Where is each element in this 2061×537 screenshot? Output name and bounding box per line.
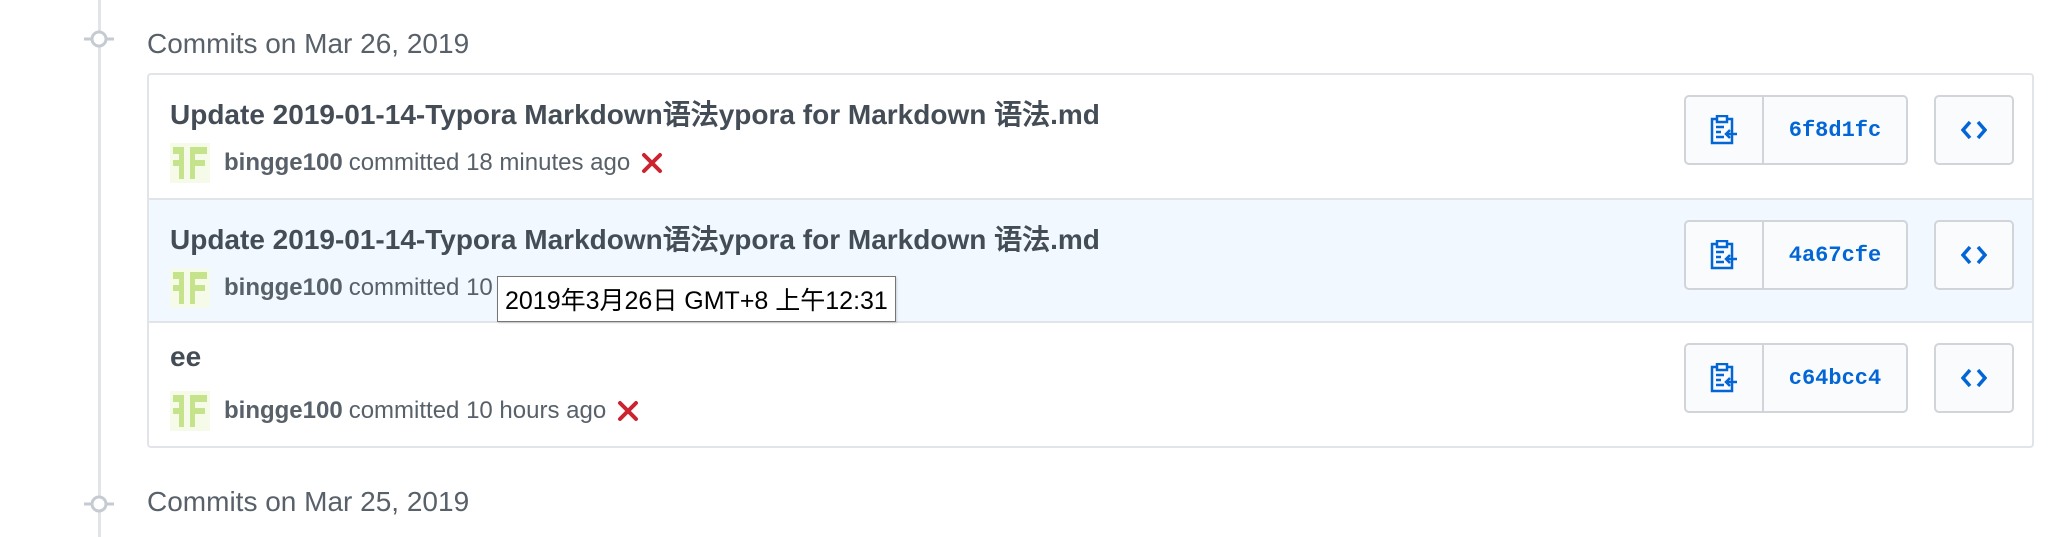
avatar[interactable] bbox=[170, 268, 210, 308]
commit-meta: bingge100 committed 10 bbox=[170, 268, 493, 308]
avatar[interactable] bbox=[170, 391, 210, 431]
commit-message-link[interactable]: Update 2019-01-14-Typora Markdown语法ypora… bbox=[170, 93, 1100, 133]
commit-sha-link[interactable]: c64bcc4 bbox=[1764, 345, 1906, 411]
commit-meta: bingge100 committed 10 hours ago bbox=[170, 391, 640, 431]
browse-repo-button[interactable] bbox=[1934, 220, 2014, 290]
commit-time: committed 10 hours ago bbox=[348, 397, 607, 424]
commit-row: ee bingge100 committed 10 hours ago c64b… bbox=[149, 321, 2032, 444]
x-failure-icon[interactable] bbox=[616, 399, 640, 423]
git-commit-icon bbox=[84, 24, 114, 54]
browse-repo-button[interactable] bbox=[1934, 343, 2014, 413]
copy-sha-button[interactable] bbox=[1686, 222, 1764, 288]
commit-row: Update 2019-01-14-Typora Markdown语法ypora… bbox=[149, 75, 2032, 198]
commit-message-link[interactable]: ee bbox=[170, 341, 201, 373]
sha-button-group: 6f8d1fc bbox=[1684, 95, 1908, 165]
x-failure-icon[interactable] bbox=[640, 151, 664, 175]
copy-sha-button[interactable] bbox=[1686, 97, 1764, 163]
code-brackets-icon bbox=[1961, 368, 1987, 388]
clipboard-copy-icon bbox=[1710, 240, 1737, 270]
commit-author-link[interactable]: bingge100 bbox=[224, 149, 343, 177]
timeline-line bbox=[98, 0, 101, 537]
commit-list: Update 2019-01-14-Typora Markdown语法ypora… bbox=[147, 73, 2034, 448]
commit-time: committed 18 minutes ago bbox=[348, 149, 631, 176]
clipboard-copy-icon bbox=[1710, 115, 1737, 145]
sha-button-group: c64bcc4 bbox=[1684, 343, 1908, 413]
browse-repo-button[interactable] bbox=[1934, 95, 2014, 165]
timestamp-tooltip: 2019年3月26日 GMT+8 上午12:31 bbox=[497, 276, 896, 322]
git-commit-icon bbox=[84, 489, 114, 519]
commit-group-title: Commits on Mar 25, 2019 bbox=[147, 486, 470, 517]
commit-time: committed 10 bbox=[348, 274, 493, 301]
commit-row: Update 2019-01-14-Typora Markdown语法ypora… bbox=[149, 198, 2032, 321]
copy-sha-button[interactable] bbox=[1686, 345, 1764, 411]
avatar[interactable] bbox=[170, 143, 210, 183]
sha-button-group: 4a67cfe bbox=[1684, 220, 1908, 290]
commit-group-title: Commits on Mar 26, 2019 bbox=[147, 28, 470, 59]
code-brackets-icon bbox=[1961, 120, 1987, 140]
commit-meta: bingge100 committed 18 minutes ago bbox=[170, 143, 664, 183]
clipboard-copy-icon bbox=[1710, 363, 1737, 393]
commit-author-link[interactable]: bingge100 bbox=[224, 274, 343, 302]
commit-sha-link[interactable]: 6f8d1fc bbox=[1764, 97, 1906, 163]
commit-author-link[interactable]: bingge100 bbox=[224, 397, 343, 425]
commit-sha-link[interactable]: 4a67cfe bbox=[1764, 222, 1906, 288]
code-brackets-icon bbox=[1961, 245, 1987, 265]
commit-message-link[interactable]: Update 2019-01-14-Typora Markdown语法ypora… bbox=[170, 218, 1100, 258]
